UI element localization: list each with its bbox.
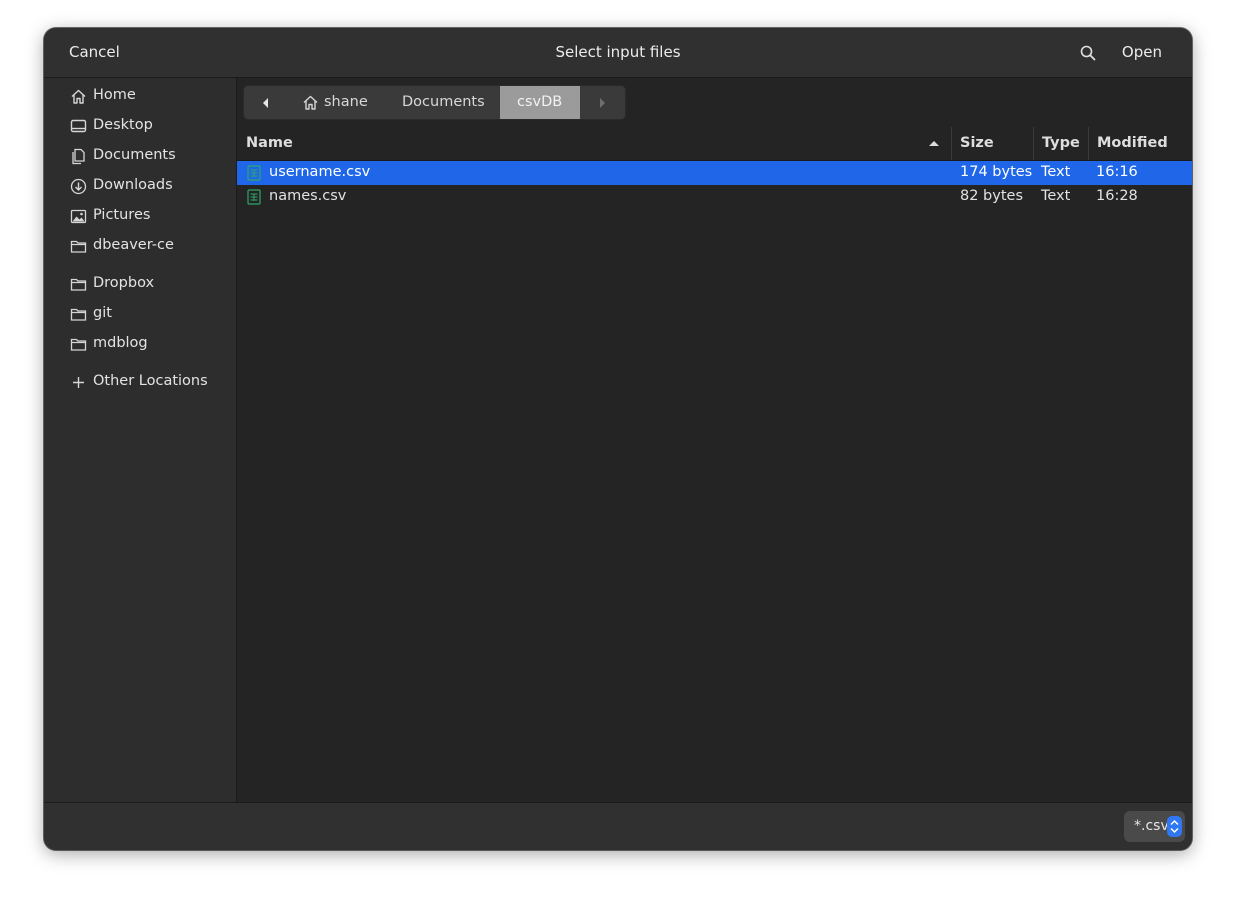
path-segment-label: csvDB — [517, 94, 563, 110]
sidebar-item-home[interactable]: Home — [44, 81, 236, 111]
sidebar-item-label: Documents — [93, 147, 176, 163]
footer-bar: *.csv — [44, 802, 1192, 850]
sidebar-item-label: dbeaver-ce — [93, 237, 174, 253]
file-type: Text — [1041, 164, 1071, 180]
sidebar-item-mdblog[interactable]: mdblog — [44, 329, 236, 359]
path-bar: shane Documents csvDB — [243, 85, 626, 120]
sidebar-item-documents[interactable]: Documents — [44, 141, 236, 171]
path-segment-label: shane — [324, 94, 368, 110]
sidebar-item-label: Home — [93, 87, 136, 103]
path-segment-documents[interactable]: Documents — [384, 86, 500, 119]
file-list: Name Size Type Modified username.csv 174… — [237, 127, 1192, 802]
column-header-label: Modified — [1097, 135, 1168, 151]
documents-icon — [72, 148, 85, 165]
sidebar-item-label: Desktop — [93, 117, 153, 133]
sidebar-item-dbeaver-ce[interactable]: dbeaver-ce — [44, 231, 236, 261]
sidebar-item-dropbox[interactable]: Dropbox — [44, 269, 236, 299]
file-type: Text — [1041, 188, 1071, 204]
sidebar: Home Desktop Documents Downloads Picture… — [44, 78, 237, 802]
header-bar: Cancel Select input files Open — [44, 28, 1192, 78]
file-size: 82 bytes — [960, 188, 1024, 204]
folder-icon — [70, 278, 87, 291]
column-header-name[interactable]: Name — [237, 127, 951, 160]
spreadsheet-file-icon — [247, 189, 261, 205]
path-segment-label: Documents — [402, 94, 485, 110]
sidebar-item-label: mdblog — [93, 335, 148, 351]
pictures-icon — [70, 209, 87, 224]
sidebar-item-git[interactable]: git — [44, 299, 236, 329]
file-name: username.csv — [269, 164, 371, 180]
column-header-label: Name — [246, 135, 293, 151]
search-icon[interactable] — [1079, 44, 1097, 62]
desktop-icon — [70, 119, 87, 133]
folder-icon — [70, 338, 87, 351]
path-forward-button[interactable] — [580, 86, 625, 119]
folder-icon — [70, 308, 87, 321]
path-back-button[interactable] — [244, 86, 288, 119]
select-arrows-icon — [1167, 816, 1182, 837]
sidebar-item-label: Dropbox — [93, 275, 155, 291]
file-modified: 16:28 — [1096, 188, 1138, 204]
file-size: 174 bytes — [960, 164, 1033, 180]
column-header-type[interactable]: Type — [1034, 127, 1088, 160]
chevron-right-icon — [600, 98, 605, 108]
downloads-icon — [70, 178, 87, 195]
file-row[interactable]: username.csv 174 bytes Text 16:16 — [237, 161, 1192, 185]
sidebar-item-other-locations[interactable]: Other Locations — [44, 367, 236, 397]
filter-label: *.csv — [1134, 818, 1169, 834]
column-header-row: Name Size Type Modified — [237, 127, 1192, 161]
sidebar-item-label: Downloads — [93, 177, 173, 193]
column-header-label: Type — [1042, 135, 1080, 151]
sidebar-item-downloads[interactable]: Downloads — [44, 171, 236, 201]
sidebar-item-pictures[interactable]: Pictures — [44, 201, 236, 231]
column-header-label: Size — [960, 135, 994, 151]
home-icon — [303, 95, 318, 110]
sidebar-item-label: Other Locations — [93, 373, 208, 389]
dialog-title: Select input files — [555, 43, 681, 61]
path-segment-csvdb[interactable]: csvDB — [500, 86, 580, 119]
chevron-left-icon — [263, 98, 268, 108]
file-chooser-dialog: Cancel Select input files Open Home Desk… — [44, 28, 1192, 850]
sidebar-item-label: Pictures — [93, 207, 151, 223]
cancel-button[interactable]: Cancel — [69, 43, 120, 61]
column-header-modified[interactable]: Modified — [1089, 127, 1192, 160]
home-icon — [71, 89, 86, 104]
file-modified: 16:16 — [1096, 164, 1138, 180]
file-name: names.csv — [269, 188, 347, 204]
sidebar-item-desktop[interactable]: Desktop — [44, 111, 236, 141]
path-segment-home[interactable]: shane — [288, 86, 384, 119]
open-button[interactable]: Open — [1122, 43, 1162, 61]
folder-icon — [70, 240, 87, 253]
sidebar-item-label: git — [93, 305, 112, 321]
spreadsheet-file-icon — [247, 165, 261, 181]
file-row[interactable]: names.csv 82 bytes Text 16:28 — [237, 185, 1192, 209]
column-header-size[interactable]: Size — [952, 127, 1033, 160]
sort-ascending-icon — [929, 141, 939, 146]
file-type-filter-select[interactable]: *.csv — [1124, 811, 1185, 842]
plus-icon — [73, 377, 84, 388]
